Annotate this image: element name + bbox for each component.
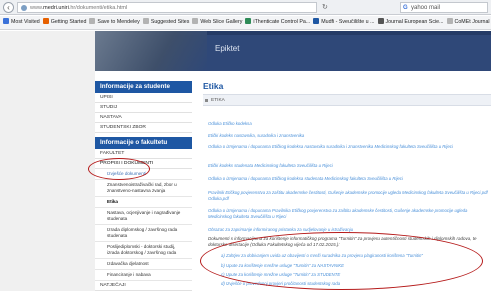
bookmark-item[interactable]: Save to Mendeley	[89, 16, 140, 29]
section-row-label: ETIKA	[211, 98, 225, 103]
bookmark-item[interactable]: Getting Started	[42, 16, 87, 29]
bookmark-item[interactable]: Suggested Sites	[142, 16, 190, 29]
bookmark-item[interactable]: Mudfi - Sveučilište u ...	[313, 16, 375, 29]
sidebar-subitem[interactable]: Izrada diplomskog / završnog rada studen…	[95, 225, 192, 242]
bookmark-label: iThenticate Control Pa...	[253, 19, 311, 25]
page-title: Etika	[203, 81, 224, 91]
bookmark-item[interactable]: CoMEt Journal Edition	[446, 16, 491, 29]
bookmark-icon	[192, 18, 199, 24]
browser-toolbar: ‹ www.medri.uniri.hr/dokumenti/etika.htm…	[0, 0, 491, 15]
url-host: medri.uniri	[43, 5, 69, 11]
search-input[interactable]: yahoo mail	[411, 5, 440, 11]
reload-icon[interactable]: ↻	[322, 3, 328, 11]
address-bar[interactable]: www.medri.uniri.hr/dokumenti/etika.html	[17, 2, 317, 13]
url-prefix: www.	[30, 5, 44, 11]
sidebar-item-upisi[interactable]: UPISI	[95, 93, 192, 103]
document-link[interactable]: Odluka o izmjenama i dopunama Pravilnika…	[208, 208, 488, 220]
annotation-ellipse-turnitin	[200, 232, 483, 290]
bookmark-icon	[245, 18, 252, 24]
bookmark-icon	[89, 18, 96, 24]
bookmark-icon	[377, 18, 384, 24]
page-left-background	[0, 31, 95, 291]
document-link[interactable]: Odluka o izmjenama i dopunama Etičkog ko…	[208, 176, 488, 182]
sidebar-section-faculty[interactable]: Informacije o fakultetu	[95, 137, 192, 149]
document-link[interactable]: Odluka o izmjenama i dopunama Etičkog ko…	[208, 144, 488, 150]
bookmark-item[interactable]: Web Slice Gallery	[192, 16, 242, 29]
bookmark-label: Getting Started	[50, 19, 87, 25]
bookmark-icon	[42, 18, 49, 24]
sidebar-subitem[interactable]: Znanstvenoistraživački rad, zbor u znans…	[95, 180, 192, 197]
bookmark-item[interactable]: iThenticate Control Pa...	[245, 16, 310, 29]
sidebar-subitem[interactable]: Poslijediplomski - doktorski studij, izr…	[95, 242, 192, 259]
bookmark-label: Mudfi - Sveučilište u ...	[321, 19, 375, 25]
bookmark-icon	[313, 18, 320, 24]
bookmark-label: Journal European Scie...	[385, 19, 444, 25]
bookmark-icon	[446, 18, 453, 24]
sidebar-subitem[interactable]: Financiranje i nabava	[95, 270, 192, 281]
bookmark-icon	[3, 18, 9, 24]
globe-icon	[21, 5, 27, 11]
bookmark-label: Most Visited	[11, 19, 40, 25]
banner-strip	[207, 31, 491, 35]
site-banner: Epiktet	[95, 31, 491, 71]
bookmark-label: CoMEt Journal Edition	[454, 19, 491, 25]
document-link[interactable]: Pravilnik Etičkog povjerenstva za zaštit…	[208, 190, 488, 202]
sidebar-subitem-active[interactable]: Etika	[95, 197, 192, 208]
annotation-ellipse	[88, 158, 150, 180]
banner-photo	[95, 31, 207, 71]
bookmark-icon	[142, 18, 149, 24]
search-bar[interactable]: G yahoo mail	[400, 2, 488, 13]
search-engine-icon: G	[403, 5, 408, 11]
sidebar-item-studij[interactable]: STUDIJ	[95, 103, 192, 113]
document-link[interactable]: Etički kodeks nastavnika, suradnika i zn…	[208, 133, 488, 139]
url-path: .hr/dokumenti/etika.html	[68, 5, 128, 11]
bullet-icon	[205, 99, 208, 102]
browser-window: ‹ www.medri.uniri.hr/dokumenti/etika.htm…	[0, 0, 491, 291]
banner-title: Epiktet	[215, 44, 240, 53]
section-row: ETIKA	[203, 94, 491, 106]
bookmark-label: Suggested Sites	[150, 19, 190, 25]
document-link[interactable]: Odluka Etičko kodeksa	[208, 121, 488, 127]
sidebar: Informacije za studente UPISI STUDIJ NAS…	[95, 81, 192, 291]
bookmarks-toolbar: Most Visited Getting Started Save to Mende…	[0, 16, 491, 30]
bookmark-item[interactable]: Journal European Scie...	[377, 16, 444, 29]
sidebar-item-natjecaji[interactable]: NATJEČAJI	[95, 281, 192, 291]
document-link[interactable]: Etički kodeks studenata Medicinskog faku…	[208, 163, 488, 169]
bookmark-item[interactable]: Most Visited	[3, 16, 40, 29]
back-button[interactable]: ‹	[3, 2, 14, 13]
sidebar-subitem[interactable]: Nastava, ocjenjivanje i nagrađivanje stu…	[95, 208, 192, 225]
bookmark-label: Web Slice Gallery	[200, 19, 243, 25]
sidebar-item-studentski-zbor[interactable]: STUDENTSKI ZBOR	[95, 123, 192, 133]
sidebar-section-students[interactable]: Informacije za studente	[95, 81, 192, 93]
sidebar-subitem[interactable]: Izdavačka djelatnost	[95, 259, 192, 270]
sidebar-item-nastava[interactable]: NASTAVA	[95, 113, 192, 123]
bookmark-label: Save to Mendeley	[97, 19, 140, 25]
